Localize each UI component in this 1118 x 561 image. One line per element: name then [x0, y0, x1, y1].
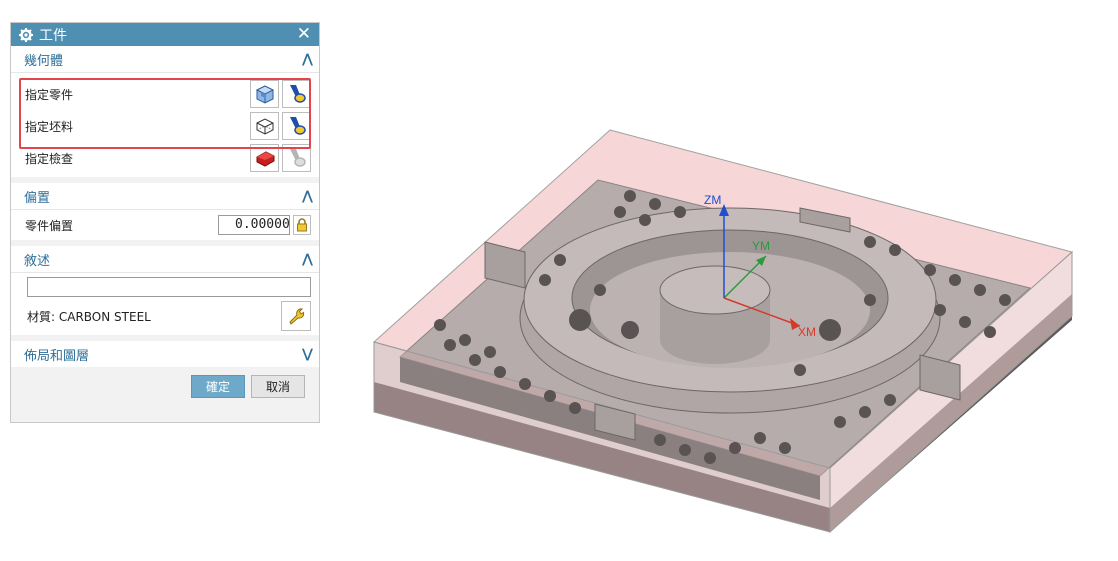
dialog-title: 工件	[39, 27, 67, 44]
highlight-box	[19, 78, 311, 149]
lock-icon[interactable]	[293, 215, 311, 235]
geometry-section-title: 幾何體	[24, 53, 64, 69]
geometry-section-header[interactable]: 幾何體 ⋀	[11, 46, 319, 73]
y-axis-label: YM	[752, 239, 770, 253]
description-section-header[interactable]: 敘述 ⋀	[11, 246, 319, 273]
ok-button[interactable]: 確定	[191, 375, 245, 398]
check-geometry-icon	[256, 151, 274, 167]
specify-check-label: 指定檢查	[25, 151, 74, 166]
description-section-title: 敘述	[24, 253, 51, 269]
central-boss-bottom	[660, 316, 770, 364]
x-axis-label: XM	[798, 325, 816, 339]
chevron-up-icon[interactable]: ⋀	[302, 189, 313, 204]
close-icon[interactable]: ✕	[297, 26, 311, 43]
part-offset-row: 零件偏置 0.00000	[11, 210, 319, 240]
chevron-down-icon[interactable]: ⋁	[302, 347, 313, 362]
description-section: 敘述 ⋀ 材質: CARBON STEEL	[11, 246, 319, 335]
chevron-up-icon[interactable]: ⋀	[302, 252, 313, 267]
offset-section: 偏置 ⋀ 零件偏置 0.00000	[11, 183, 319, 240]
chevron-up-icon[interactable]: ⋀	[302, 52, 313, 67]
material-label: 材質: CARBON STEEL	[27, 309, 151, 324]
layout-section: 佈局和圖層 ⋁	[11, 341, 319, 367]
workpiece-dialog: 工件 ✕ 幾何體 ⋀ 指定零件 指定坯料 指定檢查 偏置 ⋀ 零件偏置 0.00…	[10, 22, 320, 423]
gear-icon	[19, 27, 33, 42]
offset-section-header[interactable]: 偏置 ⋀	[11, 183, 319, 210]
offset-section-title: 偏置	[24, 190, 51, 206]
part-offset-input[interactable]: 0.00000	[218, 215, 290, 235]
layout-section-title: 佈局和圖層	[24, 348, 90, 364]
z-axis-label: ZM	[704, 193, 721, 207]
flashlight-disabled-icon	[289, 149, 306, 167]
wrench-icon	[289, 308, 305, 325]
material-row: 材質: CARBON STEEL	[11, 297, 319, 335]
dialog-button-bar: 確定 取消	[11, 371, 319, 398]
material-edit-button[interactable]	[281, 301, 311, 331]
cancel-button[interactable]: 取消	[251, 375, 305, 398]
layout-section-header[interactable]: 佈局和圖層 ⋁	[11, 341, 319, 367]
part-offset-label: 零件偏置	[25, 218, 74, 233]
central-boss-top	[659, 265, 771, 315]
graphics-viewport[interactable]: ZM YM XM	[330, 0, 1118, 558]
workpiece-3d-view[interactable]: ZM YM XM	[330, 0, 1118, 558]
description-text-input[interactable]	[27, 277, 311, 297]
dialog-titlebar: 工件 ✕	[11, 23, 319, 46]
